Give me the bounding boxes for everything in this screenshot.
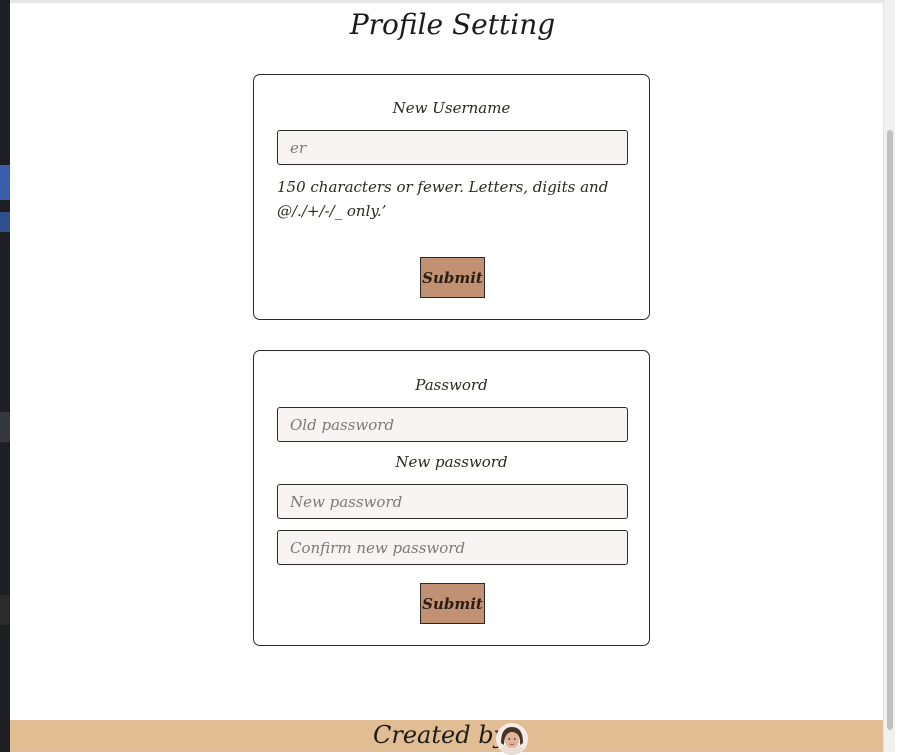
username-help-text: 150 characters or fewer. Letters, digits… (277, 178, 609, 220)
avatar-icon (496, 723, 528, 755)
username-submit-button[interactable]: Submit (420, 257, 485, 298)
edge-accent (0, 212, 10, 232)
username-label: New Username (392, 99, 511, 117)
confirm-password-input[interactable] (277, 530, 628, 565)
vertical-scrollbar[interactable] (883, 0, 895, 752)
new-password-label: New password (395, 453, 508, 471)
old-password-input[interactable] (277, 407, 628, 442)
created-by-text: Created by: (373, 721, 516, 749)
page-title: Profile Setting (349, 8, 556, 41)
left-window-edge (0, 0, 10, 752)
new-password-input[interactable] (277, 484, 628, 519)
edge-accent (0, 165, 10, 200)
top-border (10, 0, 895, 3)
password-submit-button[interactable]: Submit (420, 583, 485, 624)
page: Profile Setting New Username 150 charact… (10, 0, 895, 755)
scrollbar-thumb[interactable] (887, 130, 893, 730)
avatar (496, 723, 528, 755)
old-password-label: Password (415, 376, 488, 394)
footer: Created by: (10, 720, 895, 755)
password-form: Password New password Submit (253, 350, 650, 646)
username-form: New Username 150 characters or fewer. Le… (253, 74, 650, 320)
edge-accent (0, 595, 10, 625)
username-input[interactable] (277, 130, 628, 165)
edge-accent (0, 412, 10, 442)
